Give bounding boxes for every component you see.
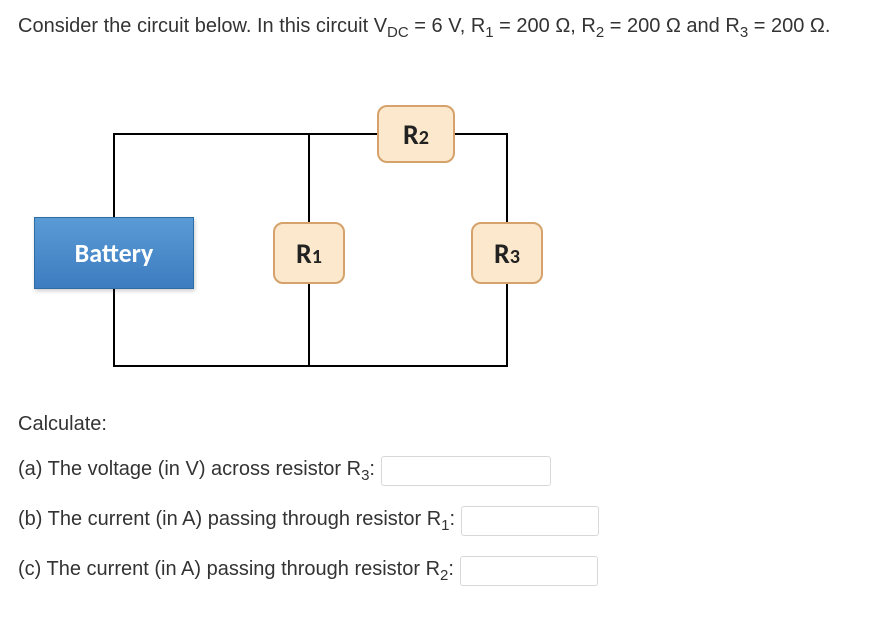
question-c: (c) The current (in A) passing through r…	[18, 556, 859, 586]
battery-node: Battery	[34, 217, 194, 289]
battery-label: Battery	[75, 237, 154, 269]
question-b: (b) The current (in A) passing through r…	[18, 506, 859, 536]
r2-node-sub: 2	[419, 126, 429, 150]
vdc-val: = 6 V,	[409, 15, 471, 37]
wire-right-bottom	[506, 283, 508, 366]
r3-node-sub: 3	[510, 245, 520, 269]
question-a: (a) The voltage (in V) across resistor R…	[18, 456, 859, 486]
circuit-diagram: Battery R1 R2 R3	[58, 93, 558, 383]
r3-base: R	[494, 236, 510, 271]
answer-input-c[interactable]	[460, 556, 598, 586]
r1-sub: 1	[485, 24, 493, 41]
qa-suffix: :	[369, 458, 375, 480]
r1-val: = 200 Ω,	[494, 15, 582, 37]
answer-input-b[interactable]	[461, 506, 599, 536]
r1-label: R	[471, 15, 485, 37]
r2-label: R	[581, 15, 595, 37]
qc-prefix: (c) The current (in A) passing through r…	[18, 558, 440, 580]
qc-suffix: :	[448, 558, 454, 580]
problem-intro: Consider the circuit below. In this circ…	[18, 15, 374, 37]
wire-top-left	[113, 133, 378, 135]
wire-mid-top	[308, 133, 310, 223]
resistor-r2: R2	[377, 105, 455, 163]
r2-base: R	[403, 117, 419, 152]
vdc-sub: DC	[387, 24, 409, 41]
r3-label: R	[725, 15, 739, 37]
qb-prefix: (b) The current (in A) passing through r…	[18, 508, 441, 530]
r3-sub: 3	[740, 24, 748, 41]
problem-statement: Consider the circuit below. In this circ…	[18, 12, 859, 43]
answer-input-a[interactable]	[381, 456, 551, 486]
r2-sub: 2	[596, 24, 604, 41]
wire-mid-bottom	[308, 283, 310, 366]
wire-right-top	[506, 133, 508, 223]
r2-val: = 200 Ω and	[604, 15, 725, 37]
wire-bottom	[113, 365, 508, 367]
qb-sub: 1	[441, 517, 449, 534]
r3-val: = 200 Ω.	[748, 15, 830, 37]
questions-block: Calculate: (a) The voltage (in V) across…	[18, 413, 859, 586]
wire-left-bottom	[113, 288, 115, 366]
calc-label: Calculate:	[18, 413, 107, 436]
qb-suffix: :	[450, 508, 456, 530]
resistor-r3: R3	[471, 222, 543, 284]
r1-base: R	[296, 236, 312, 271]
wire-top-right	[453, 133, 508, 135]
resistor-r1: R1	[273, 222, 345, 284]
qa-prefix: (a) The voltage (in V) across resistor R	[18, 458, 361, 480]
vdc-label: V	[374, 15, 387, 37]
r1-node-sub: 1	[312, 245, 322, 269]
calculate-heading: Calculate:	[18, 413, 859, 436]
wire-left-top	[113, 133, 115, 218]
